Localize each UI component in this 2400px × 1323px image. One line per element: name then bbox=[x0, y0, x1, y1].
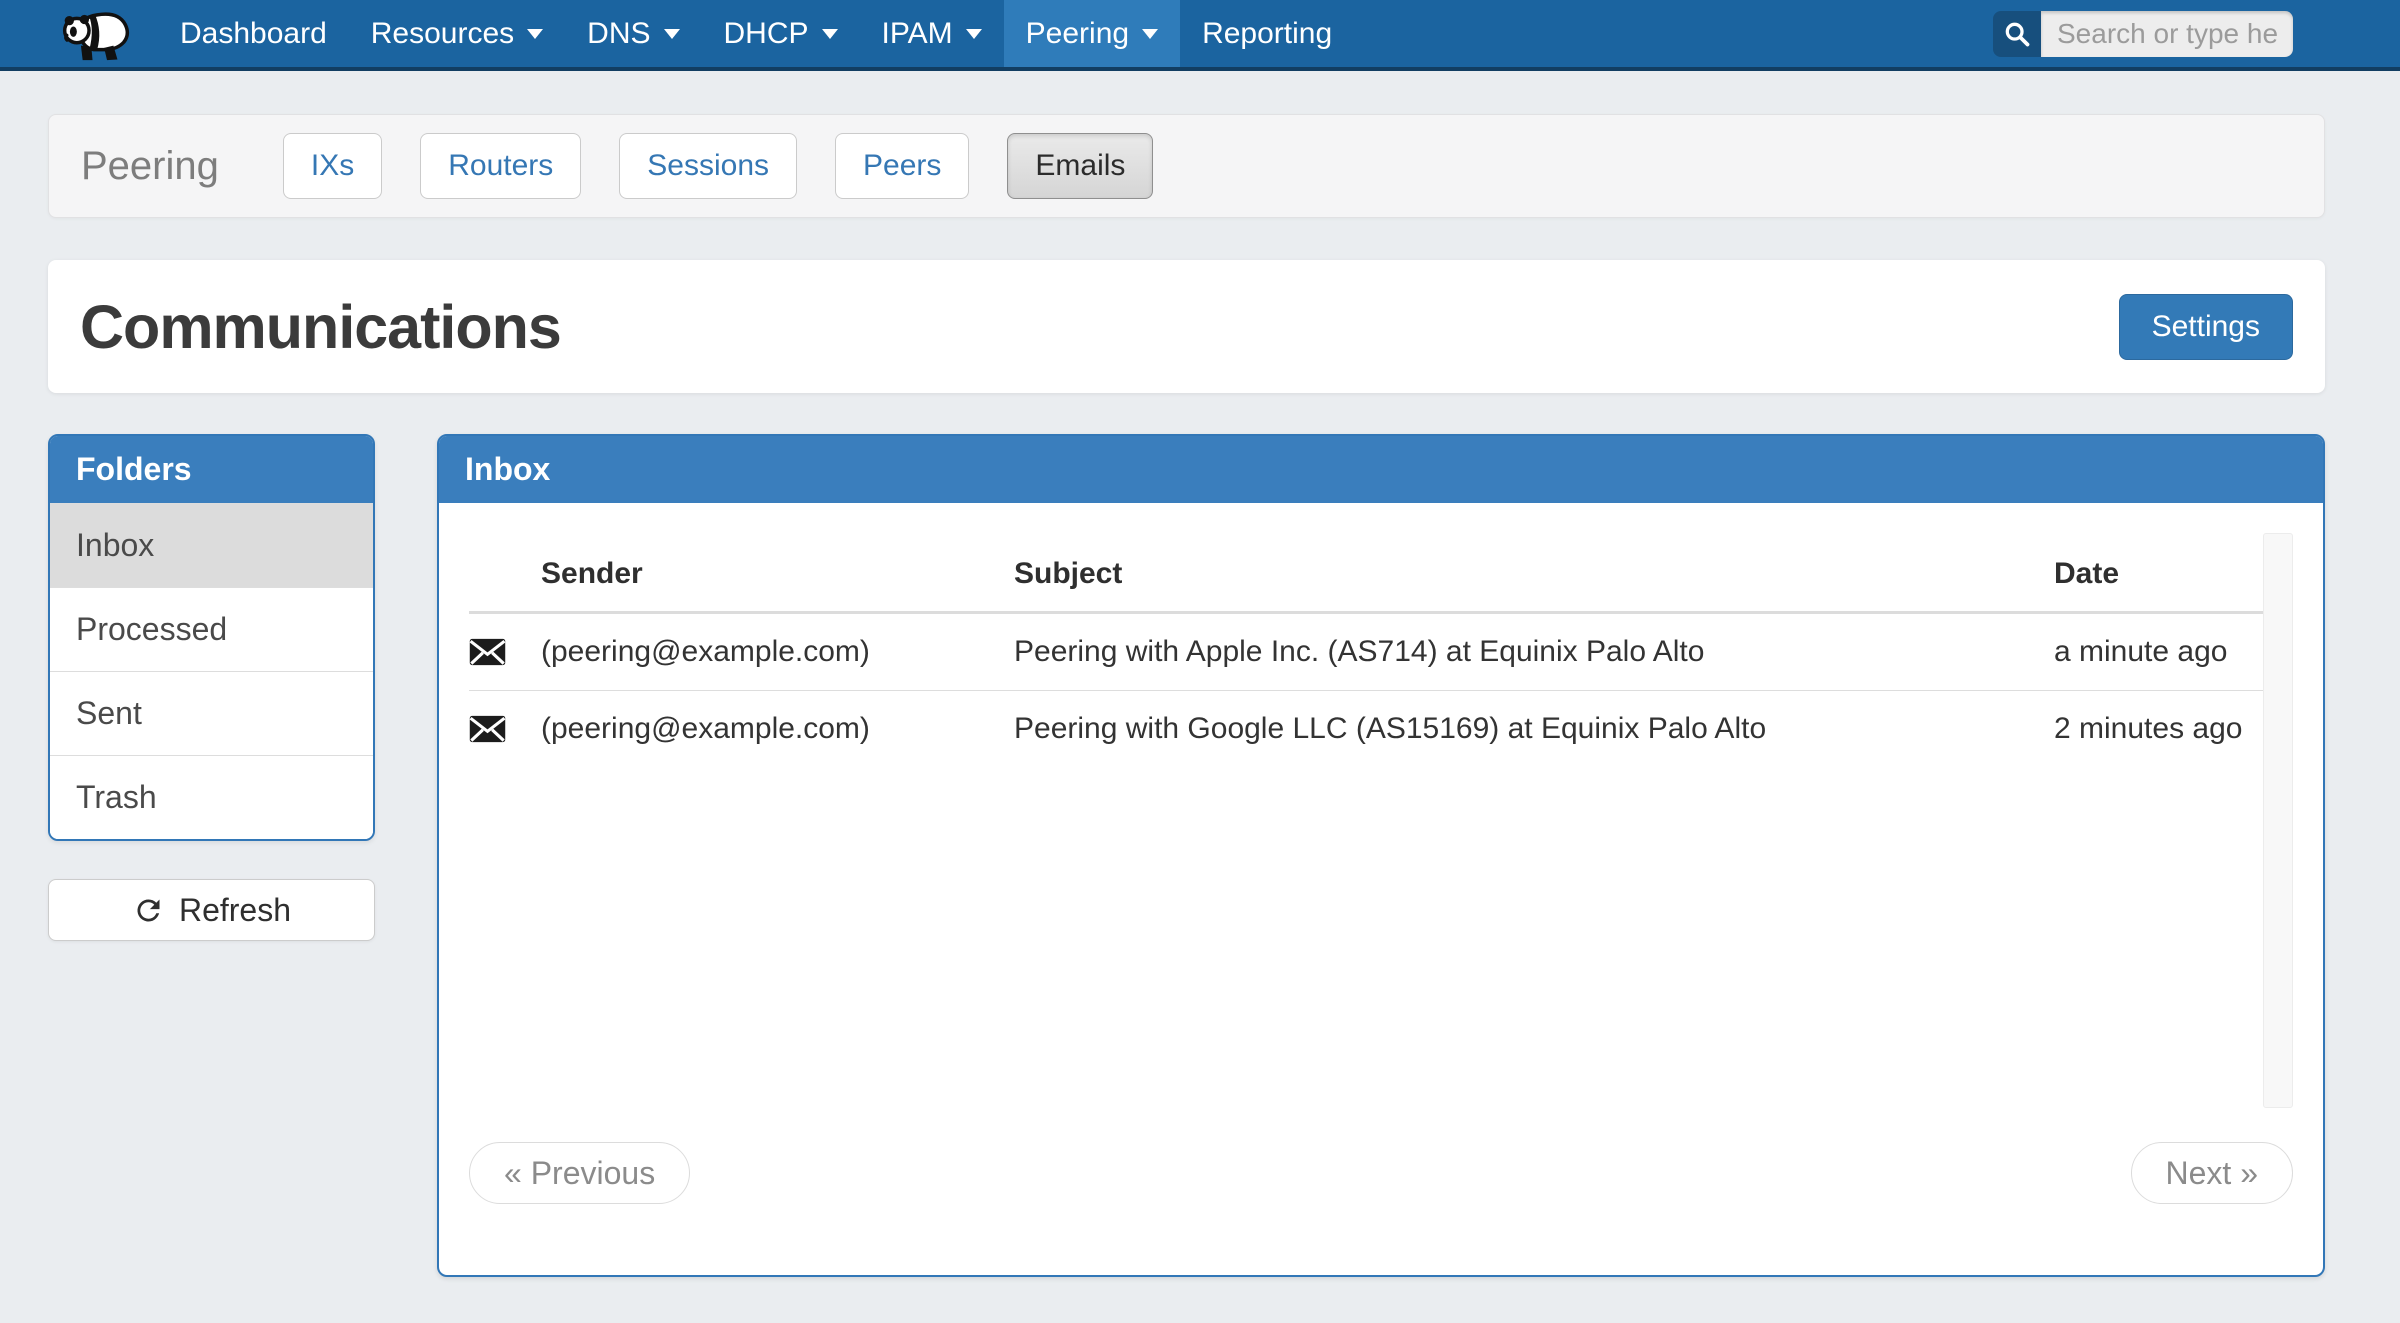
inbox-panel-body: Sender Subject Date bbox=[439, 503, 2323, 1277]
search-button[interactable] bbox=[1993, 11, 2041, 57]
inbox-panel: Inbox Sender Subject Date bbox=[437, 434, 2325, 1277]
pagination: « Previous Next » bbox=[469, 1142, 2293, 1277]
table-scrollbar[interactable] bbox=[2263, 533, 2293, 1108]
page-title: Communications bbox=[80, 292, 2119, 362]
column-header-subject[interactable]: Subject bbox=[1014, 533, 2054, 613]
table-header-row: Sender Subject Date bbox=[469, 533, 2263, 613]
nav-dns-label: DNS bbox=[587, 17, 650, 51]
main-nav: Dashboard Resources DNS DHCP IPAM Peerin… bbox=[158, 0, 1354, 67]
tab-sessions[interactable]: Sessions bbox=[619, 133, 797, 199]
nav-ipam[interactable]: IPAM bbox=[860, 0, 1004, 67]
email-sender[interactable]: (peering@example.com) bbox=[541, 691, 1014, 768]
tab-ixs[interactable]: IXs bbox=[283, 133, 382, 199]
folders-panel: Folders Inbox Processed Sent Trash bbox=[48, 434, 375, 841]
chevron-down-icon bbox=[822, 29, 838, 39]
nav-peering[interactable]: Peering bbox=[1004, 0, 1180, 67]
nav-ipam-label: IPAM bbox=[882, 17, 953, 51]
email-sender[interactable]: (peering@example.com) bbox=[541, 613, 1014, 691]
folders-column: Folders Inbox Processed Sent Trash Refre… bbox=[48, 434, 375, 941]
top-navbar: Dashboard Resources DNS DHCP IPAM Peerin… bbox=[0, 0, 2400, 71]
nav-dashboard[interactable]: Dashboard bbox=[158, 0, 349, 67]
column-header-sender[interactable]: Sender bbox=[541, 533, 1014, 613]
chevron-down-icon bbox=[1142, 29, 1158, 39]
nav-reporting[interactable]: Reporting bbox=[1180, 0, 1354, 67]
email-subject[interactable]: Peering with Google LLC (AS15169) at Equ… bbox=[1014, 691, 2054, 768]
refresh-button[interactable]: Refresh bbox=[48, 879, 375, 941]
table-row[interactable]: (peering@example.com) Peering with Apple… bbox=[469, 613, 2263, 691]
envelope-icon bbox=[469, 691, 541, 768]
main-content: Folders Inbox Processed Sent Trash Refre… bbox=[48, 434, 2325, 1277]
email-date: 2 minutes ago bbox=[2054, 691, 2263, 768]
nav-peering-label: Peering bbox=[1026, 17, 1129, 51]
tab-routers[interactable]: Routers bbox=[420, 133, 581, 199]
peering-subnav: Peering IXs Routers Sessions Peers Email… bbox=[48, 114, 2325, 218]
email-table: Sender Subject Date bbox=[469, 533, 2263, 767]
chevron-down-icon bbox=[966, 29, 982, 39]
column-header-icon bbox=[469, 533, 541, 613]
search-icon bbox=[2003, 20, 2031, 48]
nav-dhcp-label: DHCP bbox=[724, 17, 809, 51]
nav-dns[interactable]: DNS bbox=[565, 0, 701, 67]
column-header-date[interactable]: Date bbox=[2054, 533, 2263, 613]
nav-reporting-label: Reporting bbox=[1202, 17, 1332, 51]
search-input[interactable] bbox=[2041, 11, 2293, 57]
email-subject[interactable]: Peering with Apple Inc. (AS714) at Equin… bbox=[1014, 613, 2054, 691]
envelope-icon bbox=[469, 613, 541, 691]
tab-emails[interactable]: Emails bbox=[1007, 133, 1153, 199]
nav-dashboard-label: Dashboard bbox=[180, 17, 327, 51]
refresh-button-label: Refresh bbox=[179, 892, 291, 929]
nav-dhcp[interactable]: DHCP bbox=[702, 0, 860, 67]
next-page-button[interactable]: Next » bbox=[2131, 1142, 2293, 1204]
folder-item-processed[interactable]: Processed bbox=[50, 587, 373, 671]
folder-item-inbox[interactable]: Inbox bbox=[50, 503, 373, 587]
email-table-region: Sender Subject Date bbox=[469, 533, 2293, 1108]
chevron-down-icon bbox=[527, 29, 543, 39]
email-date: a minute ago bbox=[2054, 613, 2263, 691]
folder-item-trash[interactable]: Trash bbox=[50, 755, 373, 839]
page-header: Communications Settings bbox=[48, 260, 2325, 393]
refresh-icon bbox=[132, 894, 165, 927]
nav-resources-label: Resources bbox=[371, 17, 514, 51]
panda-logo-icon[interactable] bbox=[50, 5, 142, 63]
nav-resources[interactable]: Resources bbox=[349, 0, 565, 67]
folders-panel-header: Folders bbox=[50, 436, 373, 503]
global-search bbox=[1993, 11, 2293, 57]
previous-page-button[interactable]: « Previous bbox=[469, 1142, 690, 1204]
chevron-down-icon bbox=[664, 29, 680, 39]
folder-item-sent[interactable]: Sent bbox=[50, 671, 373, 755]
subnav-title: Peering bbox=[81, 144, 219, 189]
inbox-panel-header: Inbox bbox=[439, 436, 2323, 503]
settings-button[interactable]: Settings bbox=[2119, 294, 2293, 360]
tab-peers[interactable]: Peers bbox=[835, 133, 969, 199]
table-row[interactable]: (peering@example.com) Peering with Googl… bbox=[469, 691, 2263, 768]
